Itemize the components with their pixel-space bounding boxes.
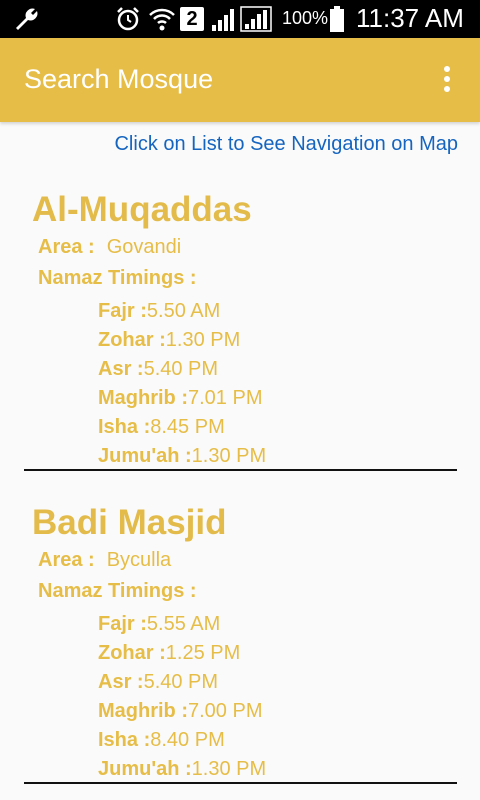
area-value: Byculla bbox=[106, 549, 172, 571]
wrench-icon bbox=[16, 8, 38, 30]
timing-row-asr: Asr :5.40 PM bbox=[98, 671, 218, 694]
timing-label: Asr : bbox=[98, 358, 144, 380]
area-row: Area : Govandi bbox=[38, 236, 181, 259]
page-title: Search Mosque bbox=[24, 64, 214, 94]
timing-value: 1.30 PM bbox=[165, 329, 241, 351]
timing-value: 1.30 PM bbox=[191, 758, 267, 780]
timing-value: 7.01 PM bbox=[188, 387, 263, 409]
area-label: Area : bbox=[38, 236, 95, 258]
timing-row-isha: Isha :8.45 PM bbox=[98, 416, 225, 439]
mosque-list-item[interactable]: Al-Muqaddas Area : Govandi Namaz Timings … bbox=[0, 190, 480, 472]
timing-label: Isha : bbox=[98, 729, 151, 751]
timing-label: Maghrib : bbox=[98, 387, 188, 409]
clock: 11:37 AM bbox=[356, 3, 464, 33]
battery-icon bbox=[330, 6, 344, 32]
battery-percentage: 100% bbox=[282, 8, 329, 28]
timing-row-zohar: Zohar :1.30 PM bbox=[98, 329, 240, 352]
timing-row-maghrib: Maghrib :7.01 PM bbox=[98, 387, 262, 410]
timing-row-fajr: Fajr :5.50 AM bbox=[98, 300, 220, 323]
timing-label: Isha : bbox=[98, 416, 151, 438]
timing-label: Asr : bbox=[98, 671, 144, 693]
timing-label: Zohar : bbox=[98, 642, 166, 664]
timing-value: 5.40 PM bbox=[143, 671, 219, 693]
timing-value: 1.25 PM bbox=[165, 642, 241, 664]
overflow-menu-icon[interactable] bbox=[436, 66, 458, 96]
timing-value: 7.00 PM bbox=[188, 700, 263, 722]
timing-value: 5.40 PM bbox=[143, 358, 219, 380]
timing-label: Jumu'ah : bbox=[98, 758, 192, 780]
timing-value: 5.55 AM bbox=[146, 613, 221, 635]
status-bar: 2 100% 11:37 AM bbox=[0, 0, 480, 38]
timing-value: 8.45 PM bbox=[150, 416, 225, 438]
signal-icon-2 bbox=[240, 6, 272, 32]
timing-label: Maghrib : bbox=[98, 700, 188, 722]
timing-label: Fajr : bbox=[98, 613, 147, 635]
timing-row-jumuah: Jumu'ah :1.30 PM bbox=[98, 758, 266, 781]
timing-row-jumuah: Jumu'ah :1.30 PM bbox=[98, 445, 266, 468]
divider bbox=[24, 469, 457, 471]
sim-slot-badge: 2 bbox=[180, 7, 204, 31]
timing-label: Jumu'ah : bbox=[98, 445, 192, 467]
area-label: Area : bbox=[38, 549, 95, 571]
namaz-timings-label: Namaz Timings : bbox=[38, 580, 197, 602]
area-value: Govandi bbox=[106, 236, 182, 258]
alarm-icon bbox=[117, 7, 139, 31]
timing-row-maghrib: Maghrib :7.00 PM bbox=[98, 700, 262, 723]
signal-icon bbox=[212, 9, 234, 31]
navigation-hint-link[interactable]: Click on List to See Navigation on Map bbox=[114, 133, 458, 156]
area-row: Area : Byculla bbox=[38, 549, 171, 572]
timing-value: 5.50 AM bbox=[146, 300, 221, 322]
divider bbox=[24, 782, 457, 784]
app-bar: Search Mosque bbox=[0, 38, 480, 122]
timing-value: 1.30 PM bbox=[191, 445, 267, 467]
timing-label: Fajr : bbox=[98, 300, 147, 322]
mosque-name: Al-Muqaddas bbox=[32, 190, 252, 229]
timing-row-isha: Isha :8.40 PM bbox=[98, 729, 225, 752]
wifi-icon bbox=[149, 8, 175, 31]
timing-label: Zohar : bbox=[98, 329, 166, 351]
timing-row-fajr: Fajr :5.55 AM bbox=[98, 613, 220, 636]
timing-value: 8.40 PM bbox=[150, 729, 225, 751]
timing-row-zohar: Zohar :1.25 PM bbox=[98, 642, 240, 665]
namaz-timings-label: Namaz Timings : bbox=[38, 267, 197, 289]
mosque-list-item[interactable]: Badi Masjid Area : Byculla Namaz Timings … bbox=[0, 503, 480, 787]
mosque-name: Badi Masjid bbox=[32, 503, 227, 542]
timing-row-asr: Asr :5.40 PM bbox=[98, 358, 218, 381]
